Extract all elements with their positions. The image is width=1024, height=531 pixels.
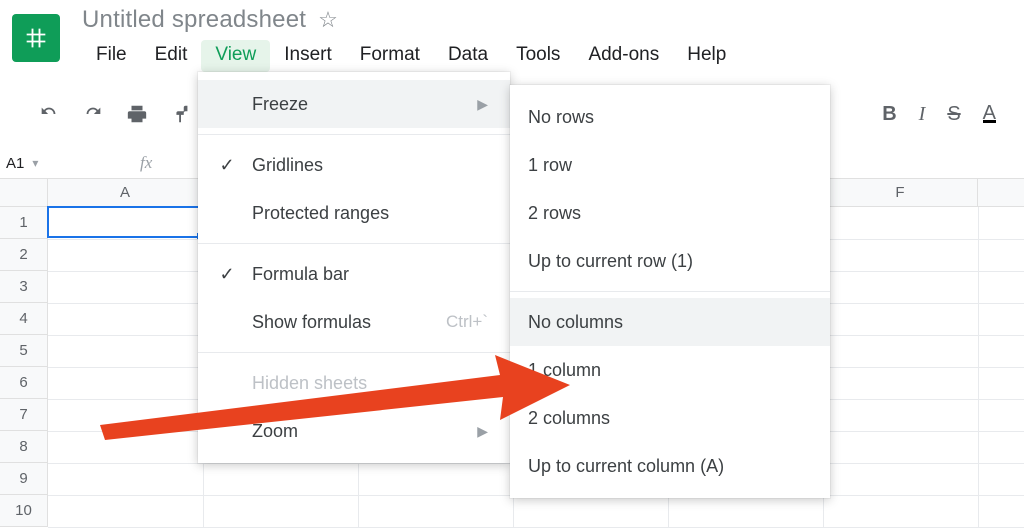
menu-view[interactable]: View bbox=[201, 40, 270, 72]
row-header[interactable]: 10 bbox=[0, 495, 48, 527]
menu-edit[interactable]: Edit bbox=[141, 40, 202, 72]
submenu-arrow-icon: ▶ bbox=[477, 375, 488, 392]
redo-icon[interactable] bbox=[82, 103, 104, 125]
submenu-arrow-icon: ▶ bbox=[477, 96, 488, 113]
menu-item-label: 1 row bbox=[528, 155, 808, 176]
row-header[interactable]: 5 bbox=[0, 335, 48, 367]
print-icon[interactable] bbox=[126, 103, 148, 125]
menu-item-label: No rows bbox=[528, 107, 808, 128]
row-header[interactable]: 2 bbox=[0, 239, 48, 271]
row-header[interactable]: 6 bbox=[0, 367, 48, 399]
check-icon: ✓ bbox=[216, 155, 238, 176]
strike-button[interactable]: S bbox=[947, 103, 960, 126]
menu-item-label: Zoom bbox=[252, 421, 463, 442]
freeze-no-rows[interactable]: No rows bbox=[510, 93, 830, 141]
menu-help[interactable]: Help bbox=[673, 40, 740, 72]
freeze-submenu: No rows 1 row 2 rows Up to current row (… bbox=[510, 85, 830, 498]
italic-button[interactable]: I bbox=[919, 103, 926, 126]
view-dropdown: Freeze ▶ ✓ Gridlines Protected ranges ✓ For… bbox=[198, 72, 510, 463]
col-header[interactable]: F bbox=[823, 179, 978, 206]
menu-item-label: Up to current column (A) bbox=[528, 456, 808, 477]
menu-item-gridlines[interactable]: ✓ Gridlines bbox=[198, 141, 510, 189]
menu-insert[interactable]: Insert bbox=[270, 40, 346, 72]
submenu-arrow-icon: ▶ bbox=[477, 423, 488, 440]
menu-item-label: Hidden sheets bbox=[252, 373, 463, 394]
menu-item-label: 2 rows bbox=[528, 203, 808, 224]
menu-item-label: 2 columns bbox=[528, 408, 808, 429]
star-icon[interactable]: ☆ bbox=[318, 7, 338, 33]
menu-item-label: Freeze bbox=[252, 94, 463, 115]
menu-item-label: 1 column bbox=[528, 360, 808, 381]
row-header[interactable]: 4 bbox=[0, 303, 48, 335]
menu-item-shortcut: Ctrl+` bbox=[446, 312, 488, 332]
paint-format-icon[interactable] bbox=[170, 103, 192, 125]
menu-data[interactable]: Data bbox=[434, 40, 502, 72]
menu-item-label: Formula bar bbox=[252, 264, 488, 285]
menu-tools[interactable]: Tools bbox=[502, 40, 574, 72]
row-header[interactable]: 8 bbox=[0, 431, 48, 463]
menu-bar: File Edit View Insert Format Data Tools … bbox=[82, 40, 740, 72]
freeze-no-columns[interactable]: No columns bbox=[510, 298, 830, 346]
freeze-2-rows[interactable]: 2 rows bbox=[510, 189, 830, 237]
freeze-1-row[interactable]: 1 row bbox=[510, 141, 830, 189]
menu-file[interactable]: File bbox=[82, 40, 141, 72]
menu-item-label: Up to current row (1) bbox=[528, 251, 808, 272]
menu-item-show-formulas[interactable]: Show formulas Ctrl+` bbox=[198, 298, 510, 346]
menu-item-zoom[interactable]: Zoom ▶ bbox=[198, 407, 510, 455]
menu-item-hidden-sheets: Hidden sheets ▶ bbox=[198, 359, 510, 407]
chevron-down-icon[interactable]: ▾ bbox=[32, 156, 38, 170]
document-title[interactable]: Untitled spreadsheet bbox=[82, 6, 306, 34]
text-color-button[interactable]: A bbox=[983, 106, 996, 123]
col-header[interactable]: A bbox=[48, 179, 203, 206]
menu-item-protected-ranges[interactable]: Protected ranges bbox=[198, 189, 510, 237]
freeze-2-columns[interactable]: 2 columns bbox=[510, 394, 830, 442]
row-header[interactable]: 3 bbox=[0, 271, 48, 303]
menu-item-formula-bar[interactable]: ✓ Formula bar bbox=[198, 250, 510, 298]
row-header[interactable]: 1 bbox=[0, 207, 48, 239]
menu-addons[interactable]: Add-ons bbox=[574, 40, 673, 72]
menu-item-label: Show formulas bbox=[252, 312, 432, 333]
freeze-upto-column[interactable]: Up to current column (A) bbox=[510, 442, 830, 490]
row-header[interactable]: 7 bbox=[0, 399, 48, 431]
selected-cell[interactable] bbox=[47, 206, 202, 238]
freeze-upto-row[interactable]: Up to current row (1) bbox=[510, 237, 830, 285]
freeze-1-column[interactable]: 1 column bbox=[510, 346, 830, 394]
menu-item-label: No columns bbox=[528, 312, 808, 333]
bold-button[interactable]: B bbox=[882, 103, 896, 126]
fx-label: fx bbox=[140, 153, 152, 173]
menu-item-label: Protected ranges bbox=[252, 203, 488, 224]
name-box[interactable]: A1 ▾ bbox=[0, 155, 118, 172]
check-icon: ✓ bbox=[216, 264, 238, 285]
sheets-logo[interactable] bbox=[12, 14, 60, 62]
menu-format[interactable]: Format bbox=[346, 40, 434, 72]
menu-item-freeze[interactable]: Freeze ▶ bbox=[198, 80, 510, 128]
name-box-value: A1 bbox=[6, 155, 24, 172]
undo-icon[interactable] bbox=[38, 103, 60, 125]
menu-item-label: Gridlines bbox=[252, 155, 488, 176]
row-header[interactable]: 9 bbox=[0, 463, 48, 495]
